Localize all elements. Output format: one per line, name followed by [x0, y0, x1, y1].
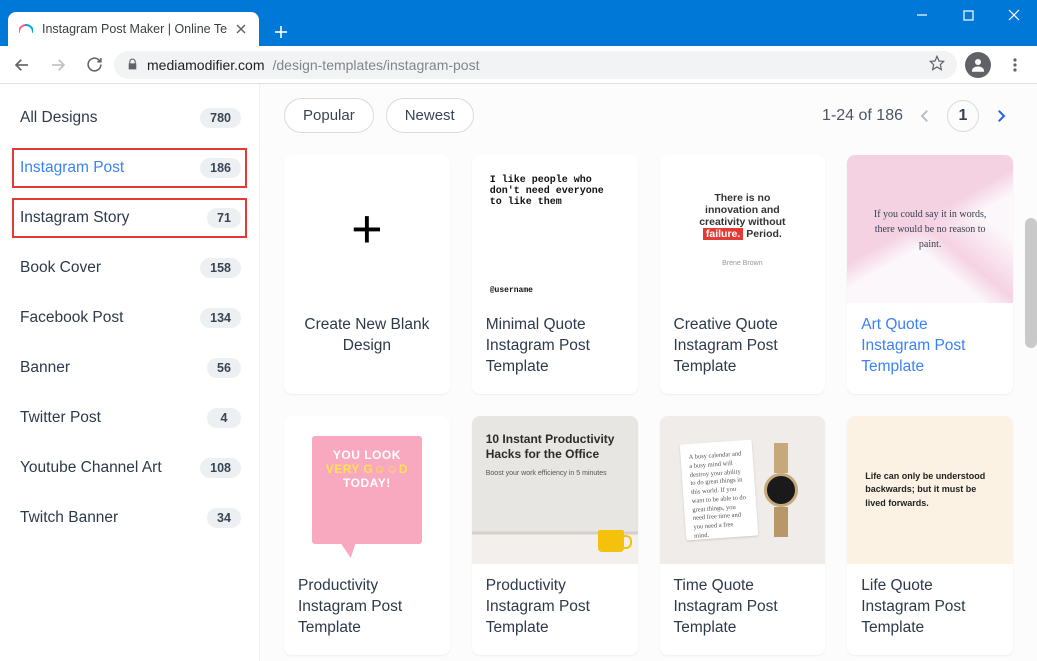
card-thumb: 10 Instant Productivity Hacks for the Of… [472, 416, 638, 564]
bookmark-star-icon[interactable] [929, 55, 945, 74]
sidebar-item-count: 4 [207, 408, 241, 428]
card-title: Time Quote Instagram Post Template [674, 576, 812, 639]
nav-forward-button[interactable] [42, 49, 74, 81]
sidebar-item-count: 71 [207, 208, 241, 228]
card-thumb: I like people who don't need everyone to… [472, 155, 638, 303]
card-title: Minimal Quote Instagram Post Template [486, 315, 624, 378]
tab-title: Instagram Post Maker | Online Te [42, 22, 227, 36]
card-thumb: YOU LOOK VERY G☺☺D TODAY! [284, 416, 450, 564]
sidebar-item-count: 34 [207, 508, 241, 528]
sidebar-item-twitch-banner[interactable]: Twitch Banner 34 [12, 498, 247, 538]
lock-icon [126, 58, 139, 71]
card-create-blank[interactable]: + Create New Blank Design [284, 155, 450, 394]
browser-menu-button[interactable] [999, 49, 1031, 81]
sidebar-item-label: All Designs [20, 109, 98, 127]
window-maximize-button[interactable] [945, 0, 991, 30]
sidebar-item-count: 108 [200, 458, 241, 478]
sidebar-item-count: 56 [207, 358, 241, 378]
sidebar-item-label: Facebook Post [20, 309, 123, 327]
sidebar-item-count: 780 [200, 108, 241, 128]
tab-favicon [18, 21, 34, 37]
card-thumb: A busy calendar and a busy mind will des… [660, 416, 826, 564]
card-title: Art Quote Instagram Post Template [861, 315, 999, 378]
sidebar-item-banner[interactable]: Banner 56 [12, 348, 247, 388]
card-art-quote[interactable]: If you could say it in words, there woul… [847, 155, 1013, 394]
card-title: Life Quote Instagram Post Template [861, 576, 999, 639]
new-tab-button[interactable] [267, 18, 295, 46]
sidebar-item-instagram-story[interactable]: Instagram Story 71 [12, 198, 247, 238]
sidebar-item-instagram-post[interactable]: Instagram Post 186 [12, 148, 247, 188]
card-title: Create New Blank Design [298, 315, 436, 357]
card-thumb: Life can only be understood backwards; b… [847, 416, 1013, 564]
page-content: All Designs780Instagram Post186Instagram… [0, 84, 1037, 661]
card-title: Productivity Instagram Post Template [486, 576, 624, 639]
window-close-button[interactable] [991, 0, 1037, 30]
pager-prev-button[interactable] [913, 104, 937, 128]
browser-tab-active[interactable]: Instagram Post Maker | Online Te [8, 12, 259, 46]
scrollbar-thumb[interactable] [1025, 218, 1037, 348]
sidebar-item-count: 134 [200, 308, 241, 328]
main-area: Popular Newest 1-24 of 186 1 + Create Ne… [260, 84, 1037, 661]
card-life-quote[interactable]: Life can only be understood backwards; b… [847, 416, 1013, 655]
address-bar[interactable]: mediamodifier.com/design-templates/insta… [114, 51, 957, 79]
filter-newest[interactable]: Newest [386, 98, 474, 133]
card-minimal-quote[interactable]: I like people who don't need everyone to… [472, 155, 638, 394]
pager-current-page[interactable]: 1 [947, 100, 979, 132]
nav-back-button[interactable] [6, 49, 38, 81]
window-controls [899, 0, 1037, 30]
template-grid: + Create New Blank Design I like people … [284, 155, 1013, 655]
sidebar-item-label: Twitch Banner [20, 509, 118, 527]
pager-range: 1-24 of 186 [822, 107, 903, 125]
url-host: mediamodifier.com [147, 57, 265, 73]
sidebar-item-youtube-channel-art[interactable]: Youtube Channel Art 108 [12, 448, 247, 488]
card-title: Creative Quote Instagram Post Template [674, 315, 812, 378]
sidebar-item-label: Youtube Channel Art [20, 459, 162, 477]
sidebar-item-book-cover[interactable]: Book Cover 158 [12, 248, 247, 288]
card-productivity-office[interactable]: 10 Instant Productivity Hacks for the Of… [472, 416, 638, 655]
sidebar-item-label: Banner [20, 359, 70, 377]
filter-bar: Popular Newest 1-24 of 186 1 [284, 98, 1013, 133]
category-sidebar: All Designs780Instagram Post186Instagram… [0, 84, 260, 661]
filter-popular[interactable]: Popular [284, 98, 374, 133]
profile-avatar[interactable] [965, 52, 991, 78]
card-creative-quote[interactable]: There is no innovation and creativity wi… [660, 155, 826, 394]
sidebar-item-label: Twitter Post [20, 409, 101, 427]
window-titlebar: Instagram Post Maker | Online Te [0, 0, 1037, 46]
card-productivity-pink[interactable]: YOU LOOK VERY G☺☺D TODAY! Productivity I… [284, 416, 450, 655]
sidebar-item-count: 186 [200, 158, 241, 178]
sidebar-item-facebook-post[interactable]: Facebook Post 134 [12, 298, 247, 338]
pager-next-button[interactable] [989, 104, 1013, 128]
url-path: /design-templates/instagram-post [273, 57, 480, 73]
watch-icon [761, 437, 801, 543]
nav-reload-button[interactable] [78, 49, 110, 81]
sidebar-item-label: Instagram Story [20, 209, 129, 227]
thumb-text: I like people who don't need everyone to… [490, 175, 620, 208]
mug-icon [598, 530, 624, 552]
window-minimize-button[interactable] [899, 0, 945, 30]
card-thumb: + [284, 155, 450, 303]
plus-icon: + [351, 198, 383, 260]
sidebar-item-twitter-post[interactable]: Twitter Post 4 [12, 398, 247, 438]
card-title: Productivity Instagram Post Template [298, 576, 436, 639]
card-thumb: If you could say it in words, there woul… [847, 155, 1013, 303]
card-time-quote[interactable]: A busy calendar and a busy mind will des… [660, 416, 826, 655]
tab-close-icon[interactable] [233, 21, 249, 37]
sidebar-item-label: Instagram Post [20, 159, 124, 177]
sidebar-item-label: Book Cover [20, 259, 101, 277]
pagination: 1-24 of 186 1 [822, 100, 1013, 132]
card-thumb: There is no innovation and creativity wi… [660, 155, 826, 303]
sidebar-item-count: 158 [200, 258, 241, 278]
browser-tabs: Instagram Post Maker | Online Te [0, 0, 899, 46]
thumb-username: @username [490, 286, 620, 295]
sidebar-item-all-designs[interactable]: All Designs 780 [12, 98, 247, 138]
browser-toolbar: mediamodifier.com/design-templates/insta… [0, 46, 1037, 84]
